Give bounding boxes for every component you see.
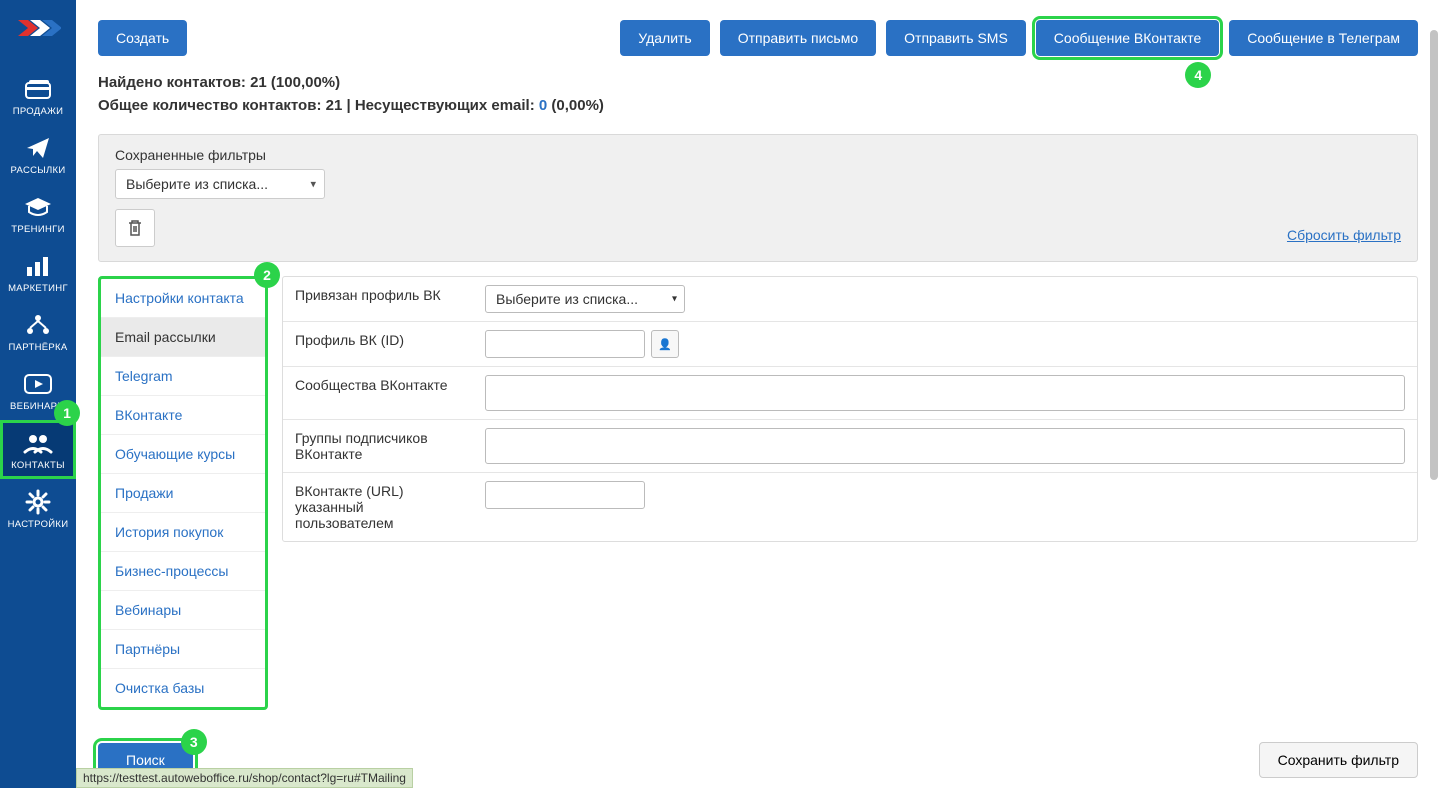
field-label-vk-profile-linked: Привязан профиль ВК [283,277,473,321]
nav-mailings[interactable]: РАССЫЛКИ [0,125,76,184]
delete-button[interactable]: Удалить [620,20,709,56]
trash-icon [127,219,143,237]
vk-profile-linked-select[interactable]: Выберите из списка... [485,285,685,313]
save-filter-button[interactable]: Сохранить фильтр [1259,742,1418,778]
select-value: Выберите из списка... [496,291,638,307]
tab-courses[interactable]: Обучающие курсы [101,435,265,474]
action-bar: Создать Удалить Отправить письмо Отправи… [76,0,1440,66]
scrollbar[interactable] [1428,30,1438,750]
tab-purchase-history[interactable]: История покупок [101,513,265,552]
vk-subscriber-groups-input[interactable] [485,428,1405,464]
tab-cleanup[interactable]: Очистка базы [101,669,265,707]
main-content: Создать Удалить Отправить письмо Отправи… [76,0,1440,788]
filter-tabs: Настройки контакта Email рассылки Telegr… [98,276,268,710]
play-icon [22,371,54,397]
tab-contact-settings[interactable]: Настройки контакта [101,279,265,318]
saved-filter-select[interactable]: Выберите из списка... [115,169,325,199]
network-icon [22,312,54,338]
send-sms-button[interactable]: Отправить SMS [886,20,1026,56]
tab-telegram[interactable]: Telegram [101,357,265,396]
vk-communities-input[interactable] [485,375,1405,411]
paper-plane-icon [22,135,54,161]
saved-filters-label: Сохраненные фильтры [115,147,325,163]
delete-filter-button[interactable] [115,209,155,247]
found-contacts: Найдено контактов: 21 (100,00%) [98,74,1418,91]
field-label-vk-communities: Сообщества ВКонтакте [283,367,473,419]
tab-webinars[interactable]: Вебинары [101,591,265,630]
filter-form: Привязан профиль ВК Выберите из списка..… [282,276,1418,542]
user-plus-icon: 👤 [658,338,672,351]
sidebar: ПРОДАЖИ РАССЫЛКИ ТРЕНИНГИ МАРКЕТИНГ ПАРТ [0,0,76,788]
app-logo [13,8,63,48]
field-label-vk-profile-id: Профиль ВК (ID) [283,322,473,366]
vk-profile-id-input[interactable] [485,330,645,358]
found-label: Найдено контактов: [98,74,250,91]
nav-label: МАРКЕТИНГ [8,283,68,294]
create-button[interactable]: Создать [98,20,187,56]
reset-filter-link[interactable]: Сбросить фильтр [1287,227,1401,243]
graduation-cap-icon [22,194,54,220]
pick-user-button[interactable]: 👤 [651,330,679,358]
total-label: Общее количество контактов: 21 | Несущес… [98,97,539,114]
step-badge-1: 1 [54,400,80,426]
tab-sales[interactable]: Продажи [101,474,265,513]
field-label-vk-url: ВКонтакте (URL) указанный пользователем [283,473,473,541]
invalid-emails-count: 0 [539,97,547,114]
nav-partners[interactable]: ПАРТНЁРКА [0,302,76,361]
step-badge-3: 3 [181,729,207,755]
nav-marketing[interactable]: МАРКЕТИНГ [0,243,76,302]
nav-label: КОНТАКТЫ [11,460,65,471]
nav-webinars[interactable]: ВЕБИНАРЫ 1 [0,361,76,420]
nav-label: ПРОДАЖИ [13,106,64,117]
message-telegram-button[interactable]: Сообщение в Телеграм [1229,20,1418,56]
nav-trainings[interactable]: ТРЕНИНГИ [0,184,76,243]
tab-email-mailings[interactable]: Email рассылки [101,318,265,357]
nav-label: ПАРТНЁРКА [9,342,68,353]
found-value: 21 (100,00%) [250,74,340,91]
wallet-icon [22,76,54,102]
tab-bizproc[interactable]: Бизнес-процессы [101,552,265,591]
field-label-vk-groups: Группы подписчиков ВКонтакте [283,420,473,472]
select-value: Выберите из списка... [126,176,268,192]
stats-block: Найдено контактов: 21 (100,00%) Общее ко… [76,66,1440,134]
tab-vkontakte[interactable]: ВКонтакте [101,396,265,435]
nav-sales[interactable]: ПРОДАЖИ [0,66,76,125]
bar-chart-icon [22,253,54,279]
bulk-actions: Удалить Отправить письмо Отправить SMS С… [620,20,1418,56]
tab-partners[interactable]: Партнёры [101,630,265,669]
nav-label: РАССЫЛКИ [11,165,66,176]
send-email-button[interactable]: Отправить письмо [720,20,876,56]
scroll-thumb[interactable] [1430,30,1438,480]
users-icon [22,430,54,456]
status-bar-url: https://testtest.autoweboffice.ru/shop/c… [76,768,413,788]
message-vk-button[interactable]: Сообщение ВКонтакте [1036,20,1219,56]
nav-label: ТРЕНИНГИ [11,224,64,235]
gear-icon [22,489,54,515]
saved-filter-bar: Сохраненные фильтры Выберите из списка..… [98,134,1418,262]
invalid-emails-pct: (0,00%) [551,97,604,114]
vk-url-input[interactable] [485,481,645,509]
nav-settings[interactable]: НАСТРОЙКИ [0,479,76,538]
nav-label: НАСТРОЙКИ [8,519,69,530]
nav-contacts[interactable]: КОНТАКТЫ [0,420,76,479]
total-contacts: Общее количество контактов: 21 | Несущес… [98,97,1418,114]
step-badge-2: 2 [254,262,280,288]
